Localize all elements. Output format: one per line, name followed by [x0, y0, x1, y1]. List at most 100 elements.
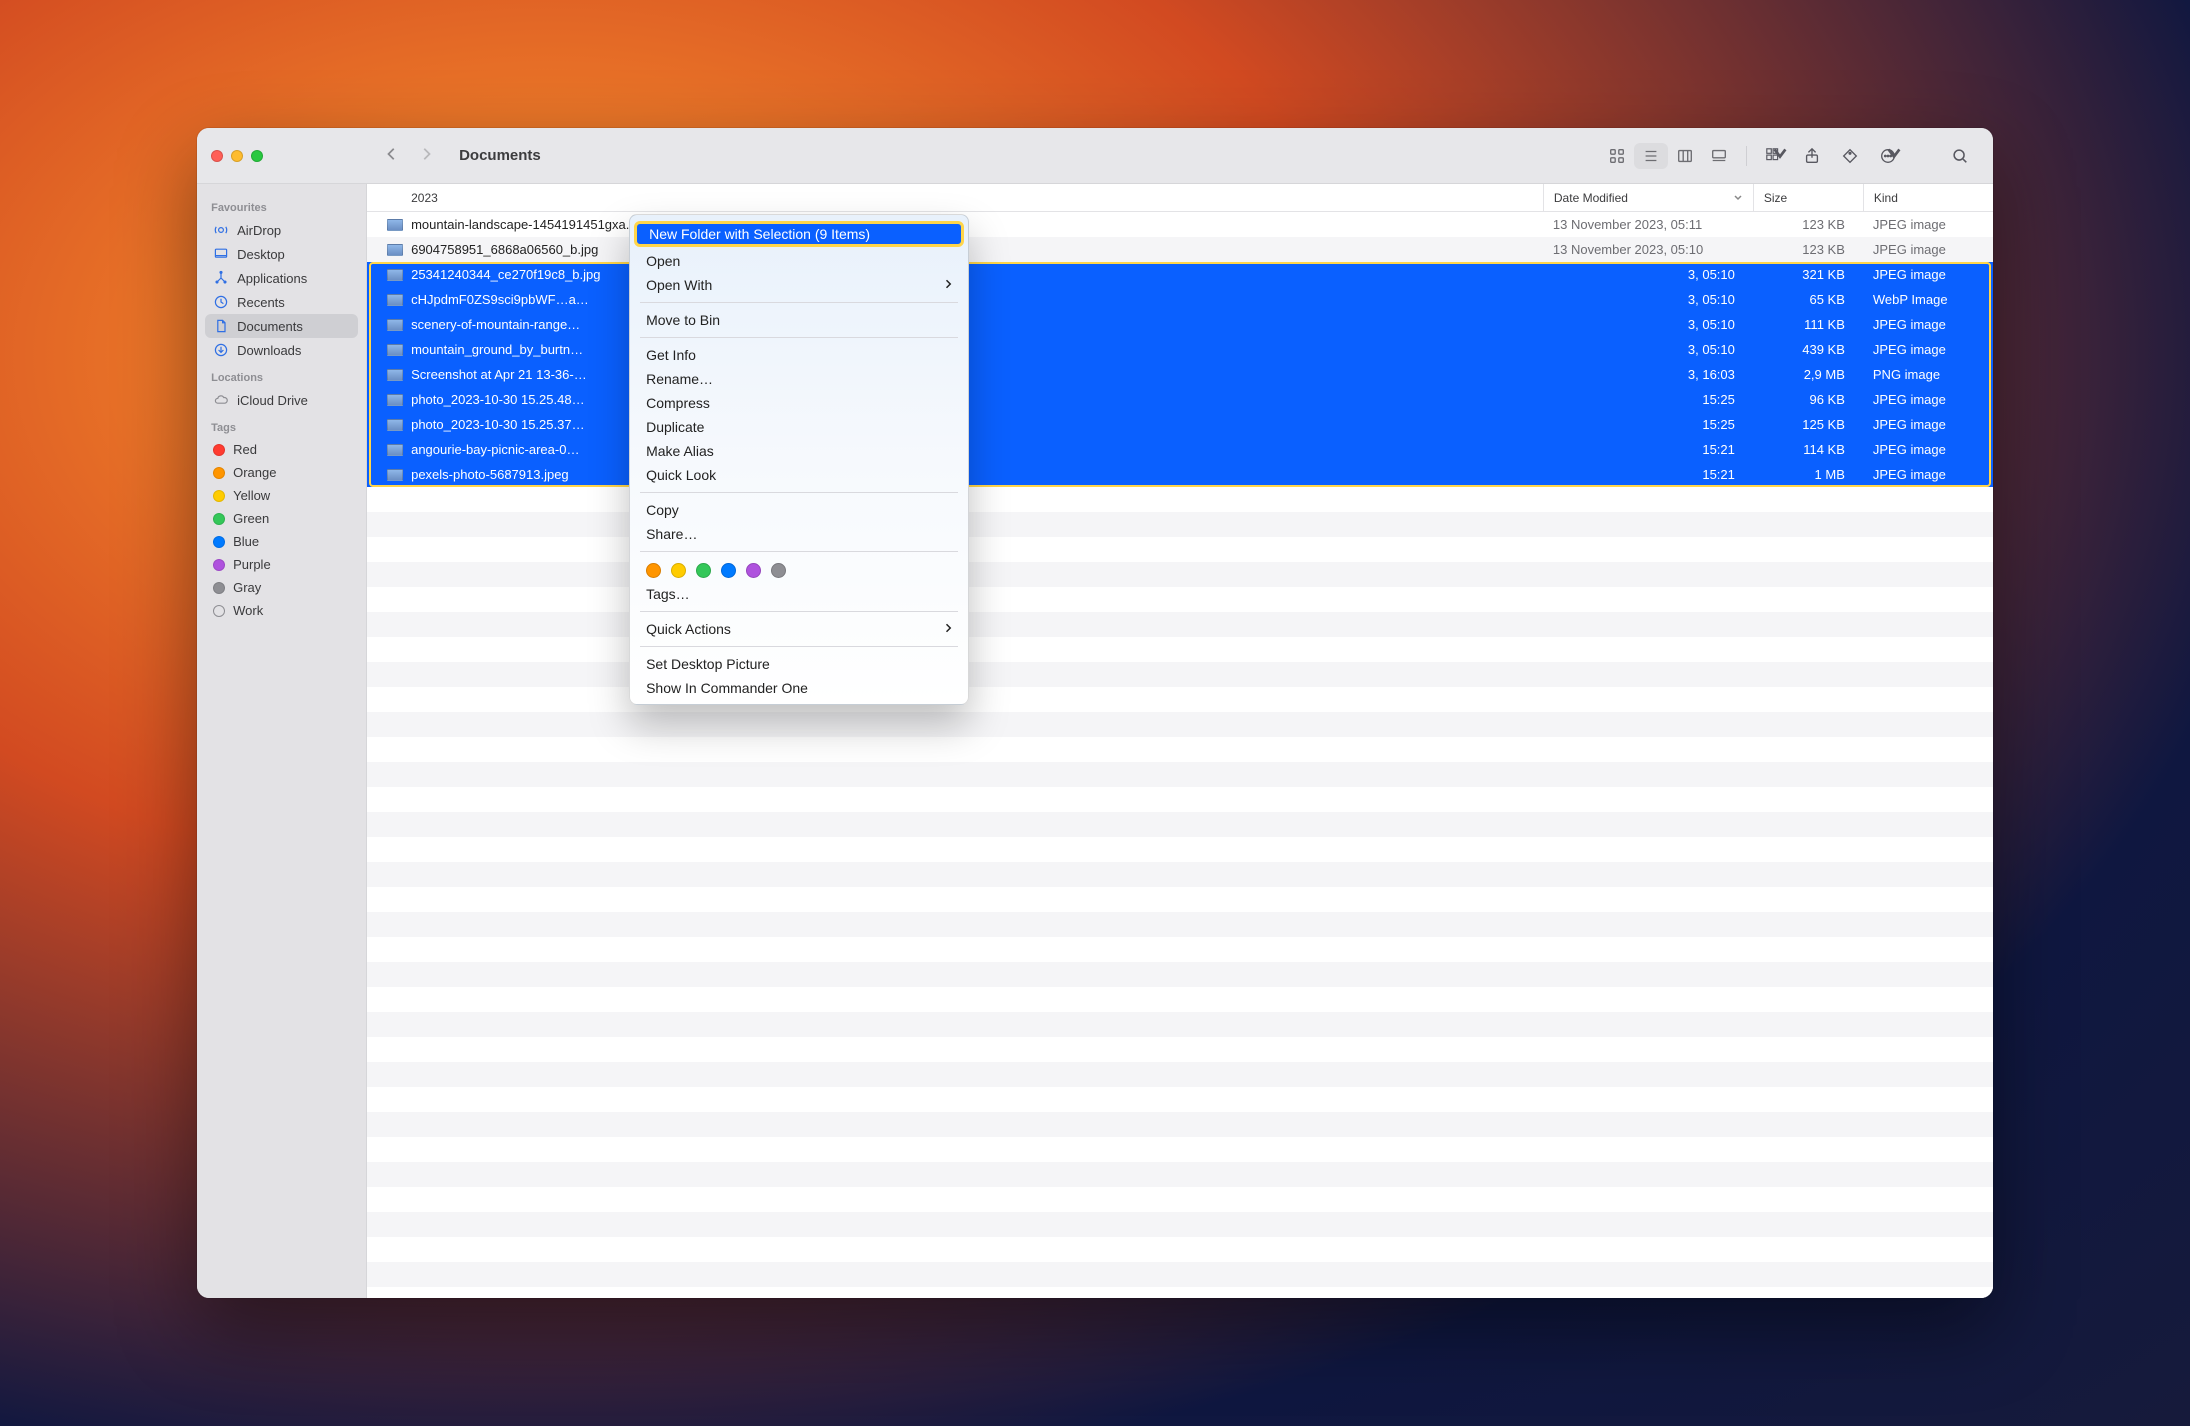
menu-item[interactable]: Duplicate	[630, 415, 968, 439]
column-header-kind[interactable]: Kind	[1863, 184, 1993, 211]
file-thumbnail-icon	[387, 319, 403, 331]
menu-item[interactable]: Show In Commander One	[630, 676, 968, 700]
column-header-size[interactable]: Size	[1753, 184, 1863, 211]
sidebar-item-documents[interactable]: Documents	[205, 314, 358, 338]
tag-color-dot[interactable]	[771, 563, 786, 578]
tag-color-dot[interactable]	[721, 563, 736, 578]
tag-color-dot[interactable]	[746, 563, 761, 578]
sidebar-tag-blue[interactable]: Blue	[205, 530, 358, 553]
file-thumbnail-icon	[387, 294, 403, 306]
menu-item[interactable]: Quick Look	[630, 463, 968, 487]
file-list[interactable]: mountain-landscape-1454191451gxa.jpg 13 …	[367, 212, 1993, 487]
tag-color-dot[interactable]	[696, 563, 711, 578]
file-row[interactable]: angourie-bay-picnic-area-0… 15:21 114 KB…	[367, 437, 1993, 462]
forward-button[interactable]	[419, 147, 433, 164]
file-thumbnail-icon	[387, 219, 403, 231]
file-size: 321 KB	[1753, 267, 1863, 282]
sidebar-item-downloads[interactable]: Downloads	[205, 338, 358, 362]
view-list-button[interactable]	[1634, 143, 1668, 169]
maximize-window-button[interactable]	[251, 150, 263, 162]
file-kind: JPEG image	[1863, 242, 1993, 257]
group-by-button[interactable]	[1757, 143, 1791, 169]
menu-separator	[640, 302, 958, 303]
view-gallery-button[interactable]	[1702, 143, 1736, 169]
tag-color-dot[interactable]	[671, 563, 686, 578]
back-button[interactable]	[385, 147, 399, 164]
sidebar-tag-yellow[interactable]: Yellow	[205, 484, 358, 507]
menu-item[interactable]: Quick Actions	[630, 617, 968, 641]
file-size: 125 KB	[1753, 417, 1863, 432]
file-row[interactable]: 6904758951_6868a06560_b.jpg 13 November …	[367, 237, 1993, 262]
file-date: 13 November 2023, 05:10	[1543, 242, 1753, 257]
column-headers: 2023 Date Modified Size Kind	[367, 184, 1993, 212]
file-row[interactable]: cHJpdmF0ZS9sci9pbWF…a… 3, 05:10 65 KB We…	[367, 287, 1993, 312]
sidebar-tag-purple[interactable]: Purple	[205, 553, 358, 576]
file-thumbnail-icon	[387, 469, 403, 481]
cloud-icon	[213, 392, 229, 408]
file-kind: JPEG image	[1863, 267, 1993, 282]
menu-item[interactable]: Set Desktop Picture	[630, 652, 968, 676]
menu-item[interactable]: Compress	[630, 391, 968, 415]
file-row[interactable]: Screenshot at Apr 21 13-36-… 3, 16:03 2,…	[367, 362, 1993, 387]
file-row[interactable]: mountain-landscape-1454191451gxa.jpg 13 …	[367, 212, 1993, 237]
file-row[interactable]: photo_2023-10-30 15.25.37… 15:25 125 KB …	[367, 412, 1993, 437]
file-kind: JPEG image	[1863, 442, 1993, 457]
actions-menu-button[interactable]	[1871, 143, 1905, 169]
file-date: 15:21	[1543, 467, 1753, 482]
column-header-name[interactable]: 2023	[367, 184, 1543, 211]
sidebar-tag-green[interactable]: Green	[205, 507, 358, 530]
close-window-button[interactable]	[211, 150, 223, 162]
minimize-window-button[interactable]	[231, 150, 243, 162]
toolbar-buttons	[1600, 143, 1983, 169]
file-name: scenery-of-mountain-range…	[411, 317, 580, 332]
file-row[interactable]: mountain_ground_by_burtn… 3, 05:10 439 K…	[367, 337, 1993, 362]
file-row[interactable]: photo_2023-10-30 15.25.48… 15:25 96 KB J…	[367, 387, 1993, 412]
column-header-date[interactable]: Date Modified	[1543, 184, 1753, 211]
file-row[interactable]: pexels-photo-5687913.jpeg 15:21 1 MB JPE…	[367, 462, 1993, 487]
sidebar-tag-orange[interactable]: Orange	[205, 461, 358, 484]
toolbar: Documents	[197, 128, 1993, 184]
file-date: 15:25	[1543, 417, 1753, 432]
menu-item[interactable]: Open With	[630, 273, 968, 297]
view-columns-button[interactable]	[1668, 143, 1702, 169]
documents-icon	[213, 318, 229, 334]
tags-button[interactable]	[1833, 143, 1867, 169]
menu-item-label: Make Alias	[646, 443, 714, 459]
sidebar-tag-gray[interactable]: Gray	[205, 576, 358, 599]
menu-item-label: Open	[646, 253, 680, 269]
file-row[interactable]: 25341240344_ce270f19c8_b.jpg 3, 05:10 32…	[367, 262, 1993, 287]
tag-color-dot[interactable]	[646, 563, 661, 578]
file-name: pexels-photo-5687913.jpeg	[411, 467, 569, 482]
menu-item[interactable]: Get Info	[630, 343, 968, 367]
sidebar-item-desktop[interactable]: Desktop	[205, 242, 358, 266]
sidebar-tag-red[interactable]: Red	[205, 438, 358, 461]
menu-item[interactable]: Copy	[630, 498, 968, 522]
menu-separator	[640, 551, 958, 552]
sort-caret-icon	[1733, 191, 1743, 205]
sidebar-item-icloud[interactable]: iCloud Drive	[205, 388, 358, 412]
file-row[interactable]: scenery-of-mountain-range… 3, 05:10 111 …	[367, 312, 1993, 337]
view-icons-button[interactable]	[1600, 143, 1634, 169]
menu-item[interactable]: Share…	[630, 522, 968, 546]
sidebar-tag-work[interactable]: Work	[205, 599, 358, 622]
file-size: 96 KB	[1753, 392, 1863, 407]
menu-item[interactable]: Tags…	[630, 582, 968, 606]
search-button[interactable]	[1943, 143, 1977, 169]
menu-item-label: Open With	[646, 277, 712, 293]
menu-item[interactable]: Rename…	[630, 367, 968, 391]
menu-item[interactable]: Open	[630, 249, 968, 273]
file-thumbnail-icon	[387, 419, 403, 431]
sidebar-item-recents[interactable]: Recents	[205, 290, 358, 314]
sidebar-item-applications[interactable]: Applications	[205, 266, 358, 290]
share-button[interactable]	[1795, 143, 1829, 169]
sidebar-item-label: Red	[233, 442, 257, 457]
menu-item[interactable]: Move to Bin	[630, 308, 968, 332]
sidebar-item-airdrop[interactable]: AirDrop	[205, 218, 358, 242]
menu-item[interactable]: New Folder with Selection (9 Items)	[634, 221, 964, 247]
menu-item[interactable]: Make Alias	[630, 439, 968, 463]
sidebar-item-label: Yellow	[233, 488, 270, 503]
sidebar-section-favourites: Favourites	[211, 202, 352, 214]
file-thumbnail-icon	[387, 394, 403, 406]
file-date: 3, 16:03	[1543, 367, 1753, 382]
sidebar-item-label: Gray	[233, 580, 261, 595]
